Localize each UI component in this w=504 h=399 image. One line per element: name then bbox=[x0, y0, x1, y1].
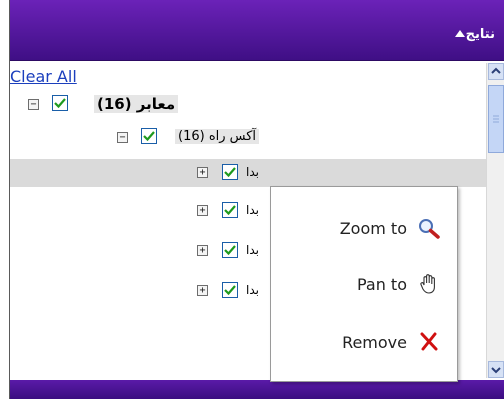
vertical-scrollbar[interactable] bbox=[486, 63, 504, 378]
tree-leaf-label: بدا bbox=[246, 283, 259, 297]
magnifier-icon bbox=[417, 217, 441, 243]
panel-title: نتایج bbox=[465, 27, 495, 42]
hand-icon bbox=[417, 273, 441, 299]
collapse-icon[interactable]: − bbox=[28, 99, 39, 110]
check-icon bbox=[224, 205, 236, 216]
expand-icon[interactable]: + bbox=[197, 205, 208, 216]
grip-icon bbox=[493, 115, 499, 123]
expand-icon[interactable]: + bbox=[197, 285, 208, 296]
menu-item-zoom-to[interactable]: Zoom to bbox=[271, 209, 457, 249]
clear-all-link[interactable]: Clear All bbox=[10, 67, 77, 86]
child-checkbox[interactable] bbox=[141, 128, 157, 144]
check-icon bbox=[54, 98, 66, 109]
panel-footer bbox=[10, 380, 504, 399]
tree-leaf-label: بدا bbox=[246, 165, 259, 179]
context-menu: Zoom to Pan to Remove bbox=[270, 186, 458, 382]
check-icon bbox=[224, 167, 236, 178]
leaf-checkbox[interactable] bbox=[222, 164, 238, 180]
leaf-checkbox[interactable] bbox=[222, 202, 238, 218]
collapse-icon[interactable]: − bbox=[117, 132, 128, 143]
menu-item-label: Zoom to bbox=[339, 219, 407, 238]
tree-row-leaf[interactable]: + بدا bbox=[10, 277, 290, 305]
check-icon bbox=[224, 285, 236, 296]
chevron-up-icon bbox=[491, 67, 501, 74]
leaf-checkbox[interactable] bbox=[222, 242, 238, 258]
expand-icon[interactable]: + bbox=[197, 167, 208, 178]
scroll-thumb[interactable] bbox=[488, 85, 504, 153]
collapse-arrow-icon[interactable] bbox=[455, 30, 465, 37]
remove-x-icon bbox=[417, 331, 441, 357]
menu-item-pan-to[interactable]: Pan to bbox=[271, 265, 457, 305]
chevron-down-icon bbox=[491, 367, 501, 374]
tree-row-leaf[interactable]: + بدا bbox=[10, 237, 290, 265]
tree-leaf-label: بدا bbox=[246, 203, 259, 217]
check-icon bbox=[143, 131, 155, 142]
tree-row-root[interactable]: − (معابر (16 bbox=[10, 90, 230, 118]
menu-item-label: Remove bbox=[342, 333, 407, 352]
tree-leaf-label: بدا bbox=[246, 243, 259, 257]
panel-header[interactable]: نتایج bbox=[10, 0, 504, 61]
leaf-checkbox[interactable] bbox=[222, 282, 238, 298]
check-icon bbox=[224, 245, 236, 256]
tree-row-leaf[interactable]: + بدا bbox=[10, 159, 490, 187]
expand-icon[interactable]: + bbox=[197, 245, 208, 256]
menu-item-label: Pan to bbox=[356, 275, 407, 294]
scroll-up-button[interactable] bbox=[488, 63, 504, 80]
tree-row-child[interactable]: − (آکس راه (16 bbox=[10, 123, 270, 151]
scroll-down-button[interactable] bbox=[488, 361, 504, 378]
menu-item-remove[interactable]: Remove bbox=[271, 323, 457, 363]
root-checkbox[interactable] bbox=[52, 95, 68, 111]
tree-row-leaf[interactable]: + بدا bbox=[10, 197, 290, 225]
tree-child-label: (آکس راه (16 bbox=[175, 129, 260, 144]
tree-root-label: (معابر (16 bbox=[94, 95, 179, 113]
